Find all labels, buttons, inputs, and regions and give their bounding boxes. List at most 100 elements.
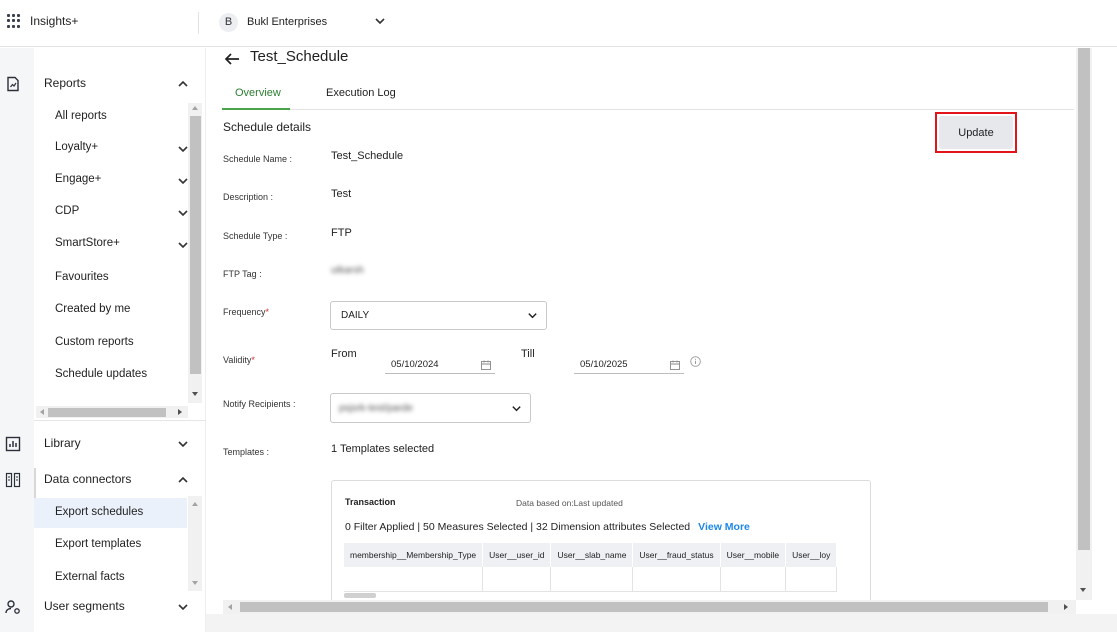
nav-item-cdp[interactable]: CDP [55, 205, 79, 217]
chevron-down-icon[interactable] [177, 175, 189, 187]
scroll-down-arrow-icon[interactable] [192, 581, 198, 585]
nav-section-data-connectors[interactable]: Data connectors [44, 472, 131, 486]
page-title: Test_Schedule [250, 48, 349, 65]
nav-section-marker [34, 468, 36, 498]
ftp-tag-label: FTP Tag : [223, 269, 262, 279]
nav-item-external-facts[interactable]: External facts [55, 571, 125, 583]
bottom-strip [206, 614, 1117, 632]
nav-item-all-reports[interactable]: All reports [55, 110, 107, 122]
chevron-up-icon[interactable] [177, 474, 189, 486]
schedule-name-label: Schedule Name : [223, 154, 293, 164]
nav-item-favourites[interactable]: Favourites [55, 271, 109, 283]
schedule-type-label: Schedule Type : [223, 231, 288, 241]
divider [198, 12, 199, 34]
till-label: Till [521, 348, 535, 360]
table-horizontal-scrollbar[interactable] [344, 593, 376, 598]
table-header: membership__Membership_Type [344, 543, 484, 567]
schedule-type-value: FTP [331, 227, 352, 239]
chevron-down-icon [512, 406, 521, 412]
scroll-left-arrow-icon[interactable] [40, 409, 44, 415]
table-header: User__loy [785, 543, 838, 567]
from-date-input[interactable]: 05/10/2024 [385, 352, 495, 374]
description-label: Description : [223, 192, 274, 202]
nav-item-smartstore[interactable]: SmartStore+ [55, 237, 120, 249]
nav-divider [34, 420, 206, 421]
icon-rail [0, 48, 34, 632]
schedule-name-value: Test_Schedule [331, 150, 404, 162]
frequency-label: Frequency* [223, 307, 270, 317]
org-avatar[interactable]: B [219, 13, 238, 32]
main-content: Test_Schedule Overview Execution Log Sch… [206, 48, 1076, 632]
from-label: From [331, 348, 357, 360]
nav-item-engage[interactable]: Engage+ [55, 173, 101, 185]
calendar-icon[interactable] [481, 360, 491, 370]
ftp-tag-value: utkarsh [331, 265, 364, 276]
chevron-down-icon[interactable] [374, 15, 386, 27]
scroll-up-arrow-icon[interactable] [192, 502, 198, 506]
frequency-selected-value: DAILY [341, 310, 370, 321]
notify-recipients-label: Notify Recipients : [223, 399, 296, 409]
scroll-down-arrow-icon[interactable] [192, 392, 198, 396]
table-header: User__mobile [720, 543, 787, 567]
tab-overview[interactable]: Overview [235, 87, 281, 99]
tab-bar: Overview Execution Log [222, 78, 1074, 110]
chevron-down-icon[interactable] [177, 207, 189, 219]
notify-recipients-select[interactable]: psjsrk-test/parde [330, 393, 531, 423]
notify-recipients-value: psjsrk-test/parde [339, 403, 413, 414]
scroll-right-arrow-icon[interactable] [1064, 604, 1068, 610]
validity-label: Validity* [223, 355, 255, 365]
active-tab-indicator [222, 108, 290, 110]
library-chart-icon[interactable] [5, 436, 21, 452]
chevron-down-icon[interactable] [177, 601, 189, 613]
update-button[interactable]: Update [939, 116, 1013, 149]
from-date-value: 05/10/2024 [391, 359, 439, 370]
nav-scrollbar-thumb[interactable] [190, 116, 201, 374]
nav-item-custom-reports[interactable]: Custom reports [55, 336, 134, 348]
tab-execution-log[interactable]: Execution Log [326, 87, 396, 99]
table-header: User__user_id [482, 543, 552, 567]
scroll-up-arrow-icon[interactable] [192, 106, 198, 110]
chevron-up-icon[interactable] [177, 78, 189, 90]
template-data-based-on: Data based on:Last updated [516, 498, 623, 508]
app-grid-icon[interactable] [7, 14, 21, 28]
nav-item-export-schedules[interactable]: Export schedules [55, 506, 143, 518]
top-bar: Insights+ B Bukl Enterprises [0, 0, 1117, 47]
template-title: Transaction [345, 497, 396, 507]
data-connector-icon[interactable] [5, 472, 21, 488]
frequency-select[interactable]: DAILY [330, 301, 547, 330]
section-title: Schedule details [223, 120, 312, 134]
nav-horizontal-scrollbar-thumb[interactable] [48, 408, 166, 417]
nav-item-export-templates[interactable]: Export templates [55, 538, 141, 550]
nav-item-loyalty[interactable]: Loyalty+ [55, 141, 98, 153]
description-value: Test [331, 188, 352, 200]
back-arrow-icon[interactable] [224, 52, 240, 66]
chevron-down-icon[interactable] [177, 239, 189, 251]
scroll-left-arrow-icon[interactable] [228, 604, 232, 610]
nav-section-reports[interactable]: Reports [44, 76, 86, 90]
main-vertical-scrollbar-thumb[interactable] [1078, 48, 1090, 550]
calendar-icon[interactable] [670, 360, 680, 370]
main-horizontal-scrollbar-thumb[interactable] [240, 602, 1048, 612]
chevron-down-icon[interactable] [177, 438, 189, 450]
till-date-value: 05/10/2025 [580, 359, 628, 370]
nav-section-library[interactable]: Library [44, 436, 81, 450]
info-icon[interactable] [690, 356, 701, 367]
template-columns-table: membership__Membership_Type User__user_i… [344, 543, 838, 592]
view-more-link[interactable]: View More [698, 521, 750, 533]
nav-item-created-by-me[interactable]: Created by me [55, 303, 130, 315]
report-file-icon[interactable] [5, 76, 21, 92]
till-date-input[interactable]: 05/10/2025 [574, 352, 684, 374]
templates-value: 1 Templates selected [331, 443, 435, 455]
table-header: User__fraud_status [632, 543, 721, 567]
scroll-down-arrow-icon[interactable] [1080, 588, 1086, 592]
template-summary: 0 Filter Applied | 50 Measures Selected … [345, 521, 750, 533]
user-segments-icon[interactable] [5, 599, 21, 615]
table-header: User__slab_name [550, 543, 634, 567]
chevron-down-icon[interactable] [177, 143, 189, 155]
table-row [344, 567, 838, 592]
scroll-right-arrow-icon[interactable] [178, 409, 182, 415]
org-name[interactable]: Bukl Enterprises [247, 16, 327, 28]
nav-section-user-segments[interactable]: User segments [44, 599, 125, 613]
nav-item-schedule-updates[interactable]: Schedule updates [55, 368, 147, 380]
nav-subsection-scrollbar[interactable] [188, 496, 202, 591]
